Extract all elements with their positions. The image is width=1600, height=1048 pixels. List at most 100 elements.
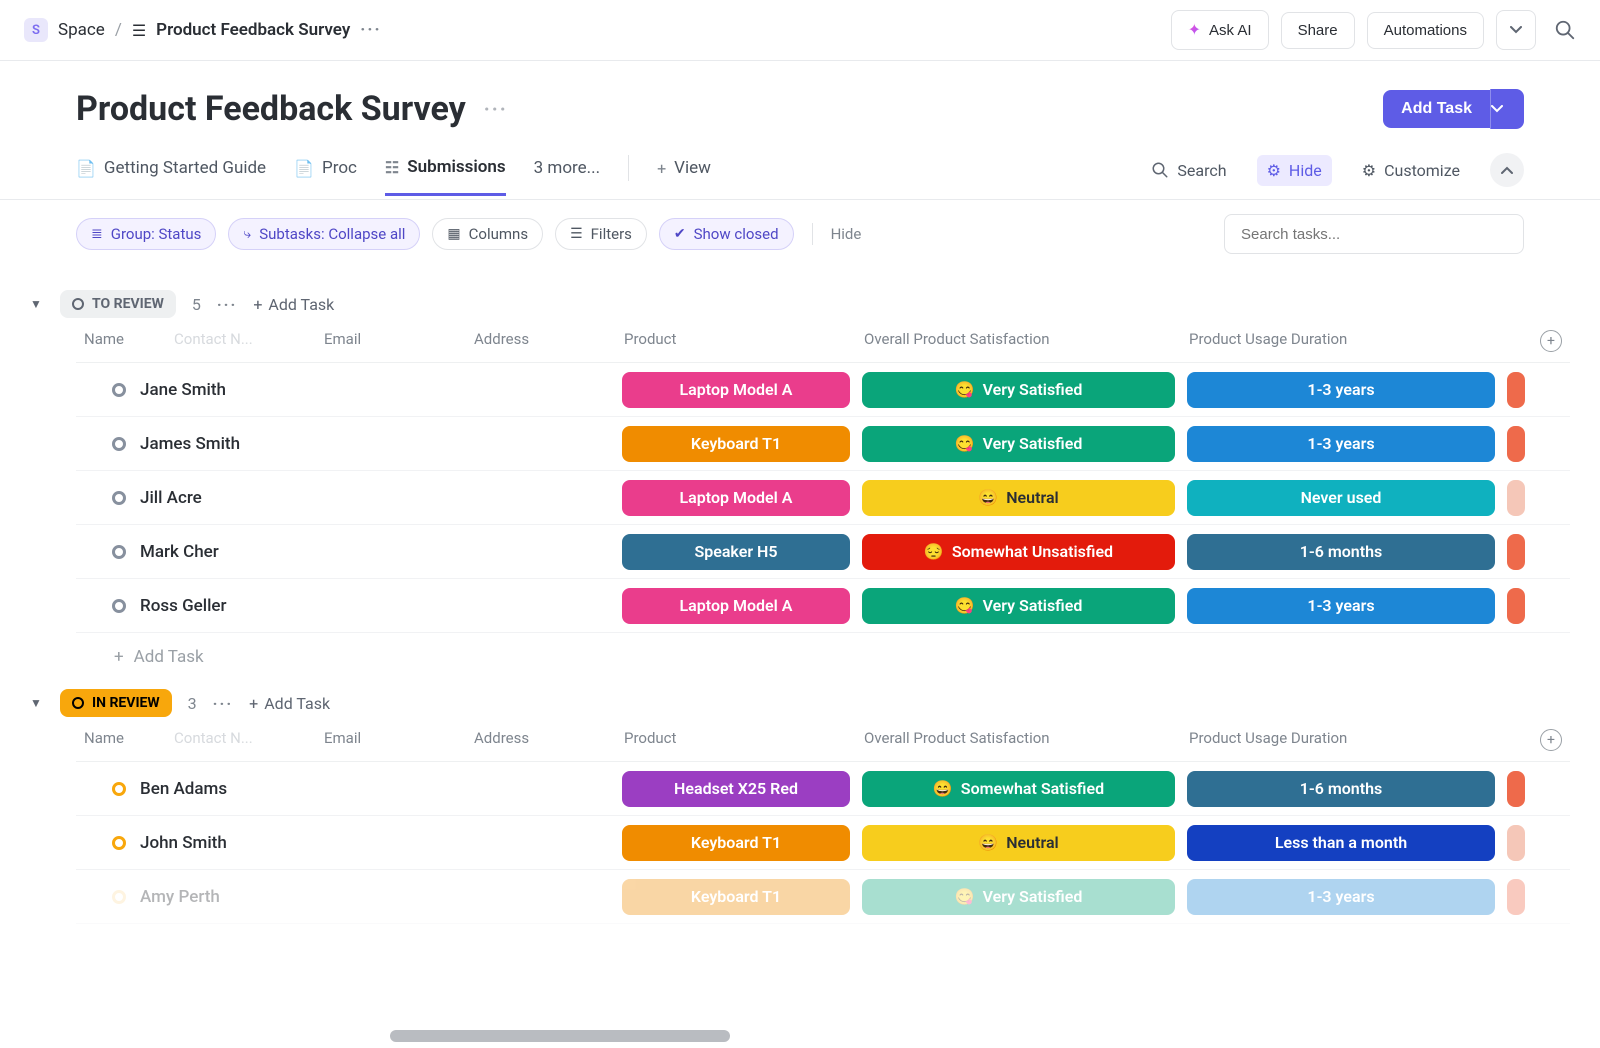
- table-row[interactable]: Jane Smith Laptop Model A 😋Very Satisfie…: [76, 363, 1570, 417]
- add-view-button[interactable]: +View: [657, 158, 711, 194]
- task-name[interactable]: James Smith: [140, 434, 240, 454]
- extra-tag[interactable]: [1507, 825, 1525, 861]
- satisfaction-tag[interactable]: 😋Very Satisfied: [862, 426, 1175, 462]
- task-search-input[interactable]: [1241, 226, 1507, 243]
- col-name[interactable]: Name: [76, 330, 166, 352]
- status-dot-icon[interactable]: [112, 599, 126, 613]
- col-email[interactable]: Email: [316, 729, 466, 751]
- extra-tag[interactable]: [1507, 372, 1525, 408]
- group-add-task[interactable]: +Add Task: [249, 694, 330, 713]
- group-more-icon[interactable]: ···: [217, 295, 237, 314]
- tab-getting-started[interactable]: 📄Getting Started Guide: [76, 158, 266, 194]
- duration-tag[interactable]: 1-6 months: [1187, 771, 1495, 807]
- satisfaction-tag[interactable]: 😄Neutral: [862, 480, 1175, 516]
- extra-tag[interactable]: [1507, 588, 1525, 624]
- col-satisfaction[interactable]: Overall Product Satisfaction: [856, 330, 1181, 352]
- duration-tag[interactable]: 1-6 months: [1187, 534, 1495, 570]
- customize-tool[interactable]: ⚙Customize: [1352, 155, 1470, 186]
- duration-tag[interactable]: 1-3 years: [1187, 588, 1495, 624]
- duration-tag[interactable]: Never used: [1187, 480, 1495, 516]
- col-name[interactable]: Name: [76, 729, 166, 751]
- col-duration[interactable]: Product Usage Duration: [1181, 330, 1501, 352]
- filters-chip[interactable]: ☰Filters: [555, 218, 647, 250]
- task-name[interactable]: Amy Perth: [140, 887, 220, 907]
- task-name[interactable]: Jane Smith: [140, 380, 226, 400]
- automations-button[interactable]: Automations: [1367, 12, 1484, 49]
- extra-tag[interactable]: [1507, 879, 1525, 915]
- automations-more-button[interactable]: [1496, 10, 1536, 50]
- task-name[interactable]: John Smith: [140, 833, 227, 853]
- table-row[interactable]: John Smith Keyboard T1 😄Neutral Less tha…: [76, 816, 1570, 870]
- table-row[interactable]: Ben Adams Headset X25 Red 😄Somewhat Sati…: [76, 762, 1570, 816]
- product-tag[interactable]: Keyboard T1: [622, 879, 850, 915]
- subtasks-chip[interactable]: ⤷Subtasks: Collapse all: [228, 218, 420, 250]
- table-row[interactable]: James Smith Keyboard T1 😋Very Satisfied …: [76, 417, 1570, 471]
- space-badge[interactable]: S: [24, 18, 48, 42]
- duration-tag[interactable]: 1-3 years: [1187, 879, 1495, 915]
- collapse-toolbar-button[interactable]: [1490, 153, 1524, 187]
- satisfaction-tag[interactable]: 😔Somewhat Unsatisfied: [862, 534, 1175, 570]
- status-dot-icon[interactable]: [112, 782, 126, 796]
- add-task-row[interactable]: +Add Task: [76, 633, 1570, 667]
- duration-tag[interactable]: 1-3 years: [1187, 426, 1495, 462]
- hide-tool[interactable]: ⚙Hide: [1257, 155, 1332, 186]
- satisfaction-tag[interactable]: 😋Very Satisfied: [862, 879, 1175, 915]
- horizontal-scrollbar[interactable]: [390, 1030, 730, 1042]
- status-pill[interactable]: TO REVIEW: [60, 290, 176, 318]
- collapse-caret-icon[interactable]: ▼: [30, 696, 44, 710]
- col-product[interactable]: Product: [616, 729, 856, 751]
- product-tag[interactable]: Laptop Model A: [622, 372, 850, 408]
- search-tool[interactable]: Search: [1141, 155, 1236, 186]
- satisfaction-tag[interactable]: 😋Very Satisfied: [862, 372, 1175, 408]
- group-more-icon[interactable]: ···: [213, 694, 233, 713]
- breadcrumb-page[interactable]: Product Feedback Survey: [156, 20, 350, 40]
- task-name[interactable]: Jill Acre: [140, 488, 202, 508]
- product-tag[interactable]: Keyboard T1: [622, 825, 850, 861]
- tab-more[interactable]: 3 more...: [534, 158, 600, 194]
- status-dot-icon[interactable]: [112, 437, 126, 451]
- col-contact[interactable]: Contact N...: [166, 330, 316, 352]
- task-name[interactable]: Mark Cher: [140, 542, 219, 562]
- task-search[interactable]: [1224, 214, 1524, 254]
- ask-ai-button[interactable]: ✦Ask AI: [1171, 10, 1269, 50]
- task-name[interactable]: Ross Geller: [140, 596, 227, 616]
- extra-tag[interactable]: [1507, 426, 1525, 462]
- breadcrumb-more-icon[interactable]: ···: [360, 20, 381, 40]
- breadcrumb-space[interactable]: Space: [58, 20, 105, 40]
- add-column[interactable]: +: [1501, 729, 1570, 751]
- duration-tag[interactable]: 1-3 years: [1187, 372, 1495, 408]
- col-email[interactable]: Email: [316, 330, 466, 352]
- status-dot-icon[interactable]: [112, 491, 126, 505]
- show-closed-chip[interactable]: ✔Show closed: [659, 218, 794, 250]
- satisfaction-tag[interactable]: 😋Very Satisfied: [862, 588, 1175, 624]
- status-dot-icon[interactable]: [112, 890, 126, 904]
- col-contact[interactable]: Contact N...: [166, 729, 316, 751]
- product-tag[interactable]: Laptop Model A: [622, 588, 850, 624]
- product-tag[interactable]: Speaker H5: [622, 534, 850, 570]
- col-satisfaction[interactable]: Overall Product Satisfaction: [856, 729, 1181, 751]
- task-name[interactable]: Ben Adams: [140, 779, 227, 799]
- status-dot-icon[interactable]: [112, 836, 126, 850]
- group-chip[interactable]: ≣Group: Status: [76, 218, 216, 250]
- extra-tag[interactable]: [1507, 771, 1525, 807]
- product-tag[interactable]: Headset X25 Red: [622, 771, 850, 807]
- group-add-task[interactable]: +Add Task: [253, 295, 334, 314]
- satisfaction-tag[interactable]: 😄Somewhat Satisfied: [862, 771, 1175, 807]
- columns-chip[interactable]: ▦Columns: [432, 218, 543, 250]
- col-duration[interactable]: Product Usage Duration: [1181, 729, 1501, 751]
- status-pill[interactable]: IN REVIEW: [60, 689, 172, 717]
- collapse-caret-icon[interactable]: ▼: [30, 297, 44, 311]
- extra-tag[interactable]: [1507, 534, 1525, 570]
- col-product[interactable]: Product: [616, 330, 856, 352]
- add-task-dropdown[interactable]: [1490, 89, 1524, 129]
- col-address[interactable]: Address: [466, 729, 616, 751]
- table-row[interactable]: Mark Cher Speaker H5 😔Somewhat Unsatisfi…: [76, 525, 1570, 579]
- hide-link[interactable]: Hide: [831, 225, 862, 243]
- page-more-icon[interactable]: ···: [484, 97, 508, 121]
- add-task-button[interactable]: Add Task: [1383, 90, 1490, 128]
- tab-proc[interactable]: 📄Proc: [294, 158, 357, 194]
- satisfaction-tag[interactable]: 😄Neutral: [862, 825, 1175, 861]
- share-button[interactable]: Share: [1281, 12, 1355, 49]
- product-tag[interactable]: Laptop Model A: [622, 480, 850, 516]
- col-address[interactable]: Address: [466, 330, 616, 352]
